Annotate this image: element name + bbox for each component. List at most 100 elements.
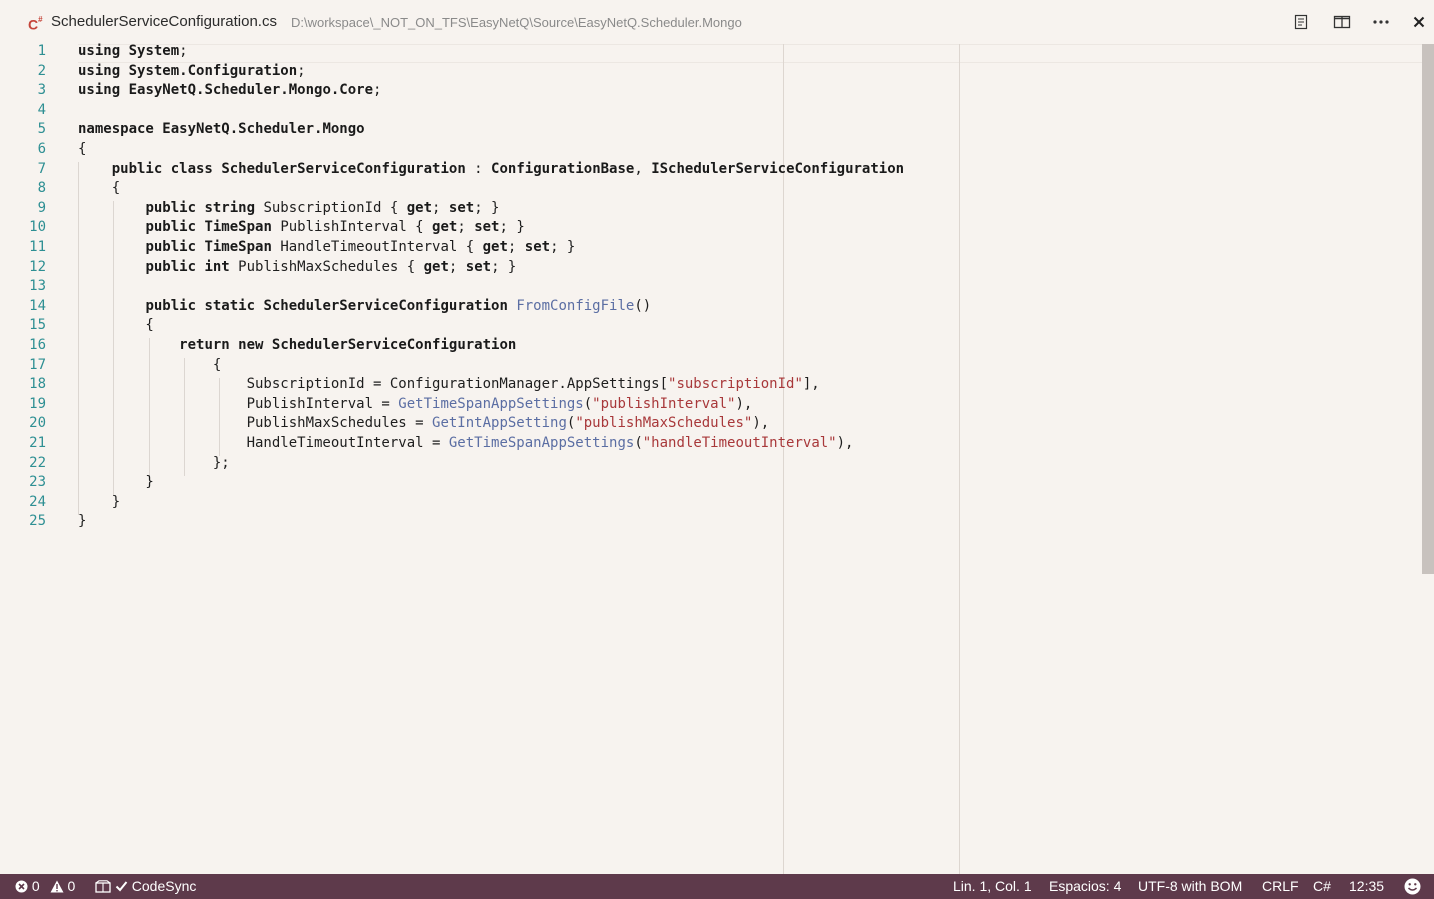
code-token: FromConfigFile	[516, 297, 635, 314]
code-token: {	[78, 141, 87, 157]
code-line[interactable]: using EasyNetQ.Scheduler.Mongo.Core;	[78, 81, 381, 101]
code-token: ; }	[474, 199, 500, 216]
code-line[interactable]: {	[78, 140, 86, 160]
editor-title-bar: C# SchedulerServiceConfiguration.cs D:\w…	[0, 0, 1434, 44]
code-line[interactable]: {	[78, 179, 120, 199]
feedback-button[interactable]	[1404, 874, 1421, 899]
more-actions-icon	[1373, 20, 1389, 24]
code-token: public string	[145, 199, 256, 216]
code-token: EasyNetQ.Scheduler.Mongo	[162, 121, 365, 138]
code-token: public	[145, 219, 197, 236]
code-line[interactable]: namespace EasyNetQ.Scheduler.Mongo	[78, 120, 365, 140]
line-ending-setting[interactable]: CRLF	[1262, 874, 1299, 899]
code-token: EasyNetQ.Scheduler.Mongo.Core	[128, 82, 374, 99]
code-token: get	[406, 199, 433, 216]
error-count: 0	[31, 878, 40, 894]
code-token: set	[465, 258, 492, 275]
code-token: ConfigurationBase	[491, 160, 635, 177]
code-line[interactable]: PublishInterval = GetTimeSpanAppSettings…	[78, 395, 753, 415]
code-line[interactable]: return new SchedulerServiceConfiguration	[78, 336, 516, 356]
code-token: System.Configuration	[128, 62, 298, 79]
code-line[interactable]: SubscriptionId = ConfigurationManager.Ap…	[78, 375, 820, 395]
code-line[interactable]: public int PublishMaxSchedules { get; se…	[78, 258, 516, 278]
code-token: set	[448, 199, 475, 216]
line-number: 13	[29, 278, 46, 295]
code-line[interactable]: using System;	[78, 42, 188, 62]
code-token: get	[432, 219, 458, 236]
line-number: 6	[37, 141, 46, 157]
line-number: 11	[29, 239, 46, 255]
code-line[interactable]: {	[78, 316, 153, 336]
more-actions-button[interactable]	[1369, 10, 1393, 34]
line-number: 12	[29, 258, 46, 275]
code-token: (	[634, 435, 643, 451]
scrollbar-thumb[interactable]	[1422, 44, 1434, 574]
line-number: 10	[29, 219, 46, 236]
line-number: 16	[29, 337, 46, 353]
language-mode[interactable]: C#	[1313, 874, 1331, 899]
code-line[interactable]: public string SubscriptionId { get; set;…	[78, 199, 499, 219]
split-editor-button[interactable]	[1330, 10, 1354, 34]
csharp-file-icon: C#	[28, 15, 43, 33]
code-line[interactable]: {	[78, 356, 221, 376]
code-token: public int	[145, 258, 230, 275]
codesync-status[interactable]: CodeSync	[95, 874, 196, 899]
problems-indicator[interactable]: 0 0	[15, 874, 75, 899]
code-token: PublishMaxSchedules =	[78, 415, 433, 432]
code-token: namespace	[78, 121, 154, 138]
cursor-position[interactable]: Lin. 1, Col. 1	[953, 874, 1032, 899]
code-token: SubscriptionId {	[255, 199, 407, 216]
code-line[interactable]: };	[78, 454, 230, 474]
code-line[interactable]: }	[78, 512, 86, 532]
code-token: get	[482, 239, 508, 255]
code-token: GetIntAppSetting	[432, 415, 567, 432]
indentation-setting[interactable]: Espacios: 4	[1049, 874, 1121, 899]
line-number: 5	[37, 121, 46, 138]
close-editor-button[interactable]	[1407, 10, 1431, 34]
code-line[interactable]: public class SchedulerServiceConfigurati…	[78, 160, 904, 180]
code-token: "publishMaxSchedules"	[575, 415, 753, 432]
code-token: ; }	[499, 219, 525, 236]
code-line[interactable]: }	[78, 473, 153, 493]
code-line[interactable]: HandleTimeoutInterval = GetTimeSpanAppSe…	[78, 434, 854, 454]
line-number: 18	[29, 376, 46, 393]
line-number: 22	[29, 454, 46, 471]
code-token: ),	[752, 415, 770, 432]
code-token: {	[78, 180, 121, 197]
line-number: 24	[29, 493, 46, 510]
error-icon	[15, 880, 28, 893]
code-token: }	[78, 513, 87, 530]
code-token: "subscriptionId"	[668, 376, 803, 393]
code-line[interactable]: }	[78, 493, 120, 513]
code-line[interactable]: PublishMaxSchedules = GetIntAppSetting("…	[78, 414, 770, 434]
code-line[interactable]: using System.Configuration;	[78, 62, 306, 82]
encoding-setting[interactable]: UTF-8 with BOM	[1138, 874, 1242, 899]
line-number: 7	[37, 160, 46, 177]
code-editor[interactable]: 1 2 3 4 5 6 7 8 9 10 11 12 13 14 15 16 17 18 19 20 21 22 23 24 2…	[0, 42, 1434, 874]
code-line[interactable]: public TimeSpan PublishInterval { get; s…	[78, 218, 525, 238]
code-token: public class	[111, 160, 213, 177]
code-line[interactable]: public static SchedulerServiceConfigurat…	[78, 297, 651, 317]
tab-file-name[interactable]: SchedulerServiceConfiguration.cs	[51, 12, 277, 32]
code-token: ),	[836, 435, 854, 451]
line-number: 1	[37, 43, 46, 59]
code-token: set	[524, 239, 551, 255]
close-icon	[1413, 16, 1425, 28]
warning-count: 0	[67, 878, 76, 894]
code-line[interactable]: public TimeSpan HandleTimeoutInterval { …	[78, 238, 575, 258]
code-token: TimeSpan	[204, 219, 272, 236]
line-number: 17	[29, 356, 46, 373]
code-token: SchedulerServiceConfiguration	[221, 160, 466, 177]
line-number: 19	[29, 395, 46, 412]
code-token: ;	[448, 258, 466, 275]
code-token: GetTimeSpanAppSettings	[448, 435, 635, 451]
open-preview-button[interactable]	[1289, 10, 1313, 34]
code-token: ()	[634, 297, 652, 314]
line-number: 21	[29, 435, 46, 451]
code-token: };	[78, 454, 230, 471]
